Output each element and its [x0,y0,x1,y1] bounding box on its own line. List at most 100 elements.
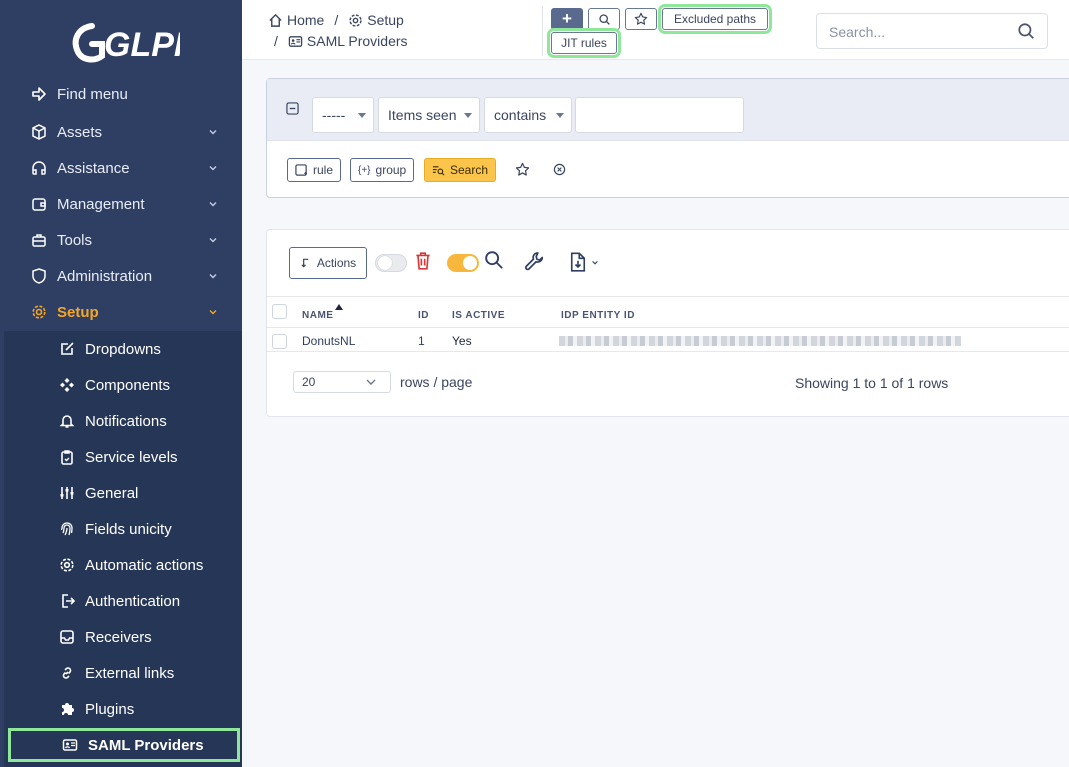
sub-item-label: SAML Providers [88,736,204,754]
page-header: Home / Setup / SAML Providers + Excluded… [242,0,1069,60]
sub-item-components[interactable]: Components [4,367,242,403]
pagination-summary: Showing 1 to 1 of 1 rows [795,375,949,391]
add-square-icon [295,163,308,176]
chevron-down-icon [209,202,217,207]
sub-item-saml-providers[interactable]: SAML Providers [8,728,240,762]
breadcrumb: Home / Setup [268,12,404,28]
criteria-field-select[interactable]: Items seen [378,97,480,133]
link-icon [58,664,76,682]
nav-label: Tools [57,231,93,249]
sub-item-label: Dropdowns [85,340,161,358]
sub-item-label: External links [85,664,175,682]
nav-label: Assets [57,123,103,141]
sub-item-fields-unicity[interactable]: Fields unicity [4,511,242,547]
sub-item-receivers[interactable]: Receivers [4,619,242,655]
briefcase-icon [30,231,48,249]
nav-assistance[interactable]: Assistance [0,150,242,186]
toggle-knob [463,256,477,270]
column-idp-entity-id[interactable]: IDP ENTITY ID [561,310,635,321]
criteria-field-value: Items seen [388,107,457,123]
criteria-link-value: ----- [322,107,346,123]
add-rule-label: rule [313,163,334,177]
puzzle-icon [58,700,76,718]
search-icon[interactable] [484,250,504,270]
add-rule-button[interactable]: rule [287,158,342,182]
nav-tools[interactable]: Tools [0,222,242,258]
corner-arrow-icon [301,258,309,268]
sub-item-dropdowns[interactable]: Dropdowns [4,331,242,367]
row-checkbox[interactable] [272,334,287,349]
criteria-value-input[interactable] [575,97,744,133]
global-search-input[interactable] [829,22,1009,42]
search-icon[interactable] [1017,22,1035,40]
sub-item-label: General [85,484,139,502]
sub-item-notifications[interactable]: Notifications [4,403,242,439]
sub-item-authentication[interactable]: Authentication [4,583,242,619]
cell-is-active: Yes [452,334,472,348]
column-id[interactable]: ID [418,310,429,321]
column-is-active[interactable]: IS ACTIVE [452,310,505,321]
caret-down-icon [358,113,366,118]
breadcrumb-separator: / [274,33,278,49]
star-icon[interactable] [515,162,530,177]
cell-id[interactable]: 1 [418,334,425,348]
folder-toggle[interactable] [447,254,479,272]
edit-icon [58,340,76,358]
nav-setup[interactable]: Setup [0,294,242,330]
chevron-down-icon[interactable] [591,259,599,267]
trash-icon[interactable] [414,251,432,271]
table-header: NAME ID IS ACTIVE IDP ENTITY ID [267,296,1069,328]
glpi-logo[interactable]: GLPI [70,18,180,68]
bookmark-button[interactable] [625,8,657,30]
nav-administration[interactable]: Administration [0,258,242,294]
sub-item-plugins[interactable]: Plugins [4,691,242,727]
shield-icon [30,267,48,285]
sub-item-external-links[interactable]: External links [4,655,242,691]
sub-item-service-levels[interactable]: Service levels [4,439,242,475]
add-button[interactable]: + [551,8,583,30]
wrench-icon[interactable] [524,251,545,272]
caret-down-icon [556,113,564,118]
breadcrumb-second-line: / SAML Providers [274,33,408,49]
braces-icon: {+} [358,164,371,176]
collapse-icon[interactable] [286,102,299,115]
jit-rules-button[interactable]: JIT rules [547,28,621,58]
sort-asc-icon [335,304,343,310]
search-button[interactable] [588,8,620,30]
select-all-checkbox[interactable] [272,304,287,319]
criteria-operator-value: contains [494,107,547,123]
sub-item-general[interactable]: General [4,475,242,511]
sub-item-label: Automatic actions [85,556,204,574]
column-name[interactable]: NAME [302,310,333,321]
nav-management[interactable]: Management [0,186,242,222]
reset-circle-icon[interactable] [553,163,566,176]
add-group-button[interactable]: {+} group [350,158,415,182]
search-criteria-panel: ----- Items seen contains rule {+} group… [266,78,1069,198]
export-file-icon[interactable] [569,252,587,272]
chevron-down-icon [209,274,217,279]
breadcrumb-current[interactable]: SAML Providers [307,33,408,49]
criteria-operator-select[interactable]: contains [484,97,572,133]
search-icon [598,13,610,25]
trash-toggle[interactable] [375,254,407,272]
row-divider [267,351,1069,352]
actions-button[interactable]: Actions [289,247,367,279]
header-divider [542,6,543,56]
criteria-link-select[interactable]: ----- [312,97,374,133]
rows-per-page-value: 20 [302,375,316,389]
breadcrumb-setup[interactable]: Setup [367,12,404,28]
excluded-paths-button[interactable]: Excluded paths [658,4,772,34]
nav-find-menu[interactable]: Find menu [0,76,242,112]
nav-assets[interactable]: Assets [0,114,242,150]
sliders-icon [58,484,76,502]
clipboard-icon [58,448,76,466]
nav-label: Administration [57,267,153,285]
nav-label: Management [57,195,145,213]
breadcrumb-home[interactable]: Home [287,12,324,28]
sub-item-automatic-actions[interactable]: Automatic actions [4,547,242,583]
sub-item-label: Fields unicity [85,520,172,538]
search-submit-button[interactable]: Search [424,158,497,182]
toggle-knob [378,256,392,270]
rows-per-page-select[interactable]: 20 [293,371,391,393]
cell-name[interactable]: DonutsNL [302,334,355,348]
